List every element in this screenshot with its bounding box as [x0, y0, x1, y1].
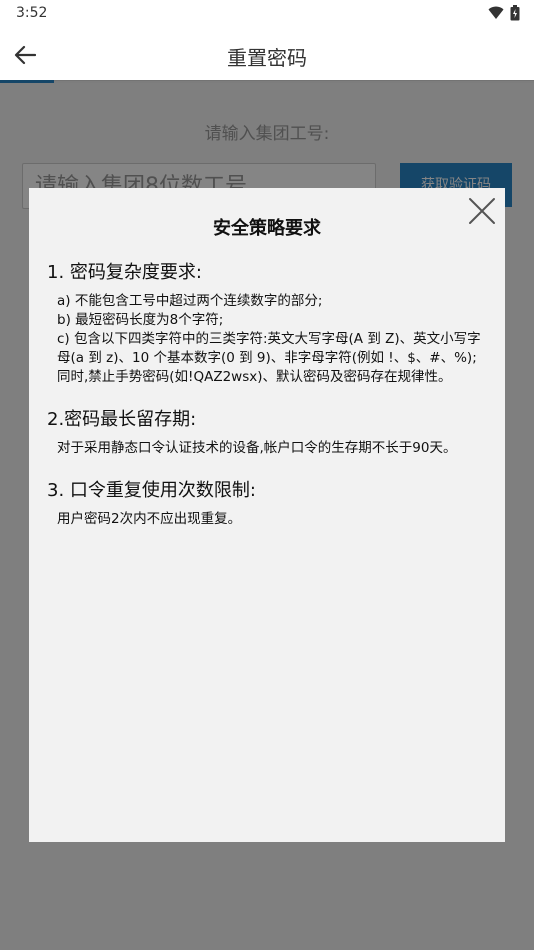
wifi-icon	[488, 6, 504, 19]
security-policy-dialog: 安全策略要求 1. 密码复杂度要求: a) 不能包含工号中超过两个连续数字的部分…	[29, 188, 505, 842]
status-icons	[488, 5, 520, 21]
status-bar: 3:52	[0, 0, 534, 28]
close-icon[interactable]	[467, 196, 497, 226]
policy-section-complexity: 1. 密码复杂度要求: a) 不能包含工号中超过两个连续数字的部分; b) 最短…	[47, 258, 487, 387]
section-heading: 3. 口令重复使用次数限制:	[47, 480, 256, 501]
status-time: 3:52	[16, 5, 48, 21]
policy-line: 用户密码2次内不应出现重复。	[57, 511, 242, 527]
policy-line: 对于采用静态口令认证技术的设备,帐户口令的生存期不长于90天。	[57, 440, 457, 456]
section-heading: 1. 密码复杂度要求:	[47, 262, 202, 283]
policy-line: b) 最短密码长度为8个字符;	[57, 312, 224, 328]
app-bar: 重置密码	[0, 28, 534, 81]
page-title: 重置密码	[227, 46, 307, 70]
dialog-title: 安全策略要求	[213, 218, 321, 239]
policy-section-max-age: 2.密码最长留存期: 对于采用静态口令认证技术的设备,帐户口令的生存期不长于90…	[47, 405, 487, 458]
policy-line: a) 不能包含工号中超过两个连续数字的部分;	[57, 293, 323, 309]
section-heading: 2.密码最长留存期:	[47, 409, 197, 430]
policy-line: c) 包含以下四类字符中的三类字符:英文大写字母(A 到 Z)、英文小写字母(a…	[57, 331, 481, 385]
policy-section-reuse-limit: 3. 口令重复使用次数限制: 用户密码2次内不应出现重复。	[47, 476, 487, 529]
battery-icon	[510, 5, 520, 21]
